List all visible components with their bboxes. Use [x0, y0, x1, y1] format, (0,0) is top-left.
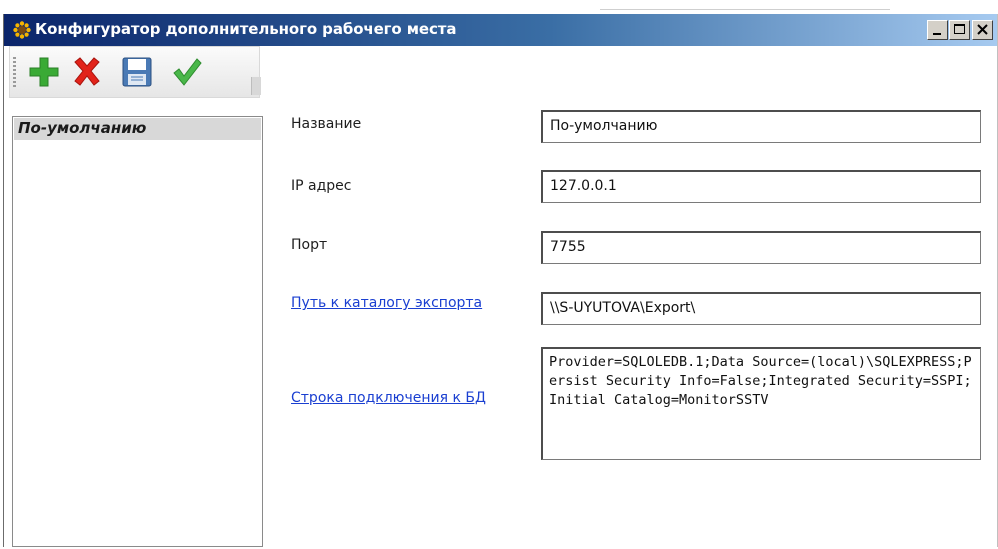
top-strip	[0, 0, 998, 14]
toolbar-overflow-button[interactable]	[251, 77, 261, 95]
name-label: Название	[291, 116, 362, 132]
export-path-field[interactable]: \\S-UYUTOVA\Export\	[541, 292, 981, 325]
plus-icon[interactable]	[27, 55, 61, 89]
connection-string-link[interactable]: Строка подключения к БД	[291, 390, 486, 406]
maximize-icon	[954, 24, 965, 34]
close-icon	[977, 24, 988, 35]
x-icon[interactable]	[70, 55, 104, 89]
close-button[interactable]	[972, 20, 993, 40]
export-path-link[interactable]: Путь к каталогу экспорта	[291, 295, 482, 311]
minimize-icon	[933, 33, 941, 35]
divider	[600, 9, 890, 10]
checkmark-icon[interactable]	[170, 55, 204, 89]
title-bar[interactable]: Конфигуратор дополнительного рабочего ме…	[4, 14, 997, 46]
ip-field[interactable]: 127.0.0.1	[541, 170, 981, 203]
port-label: Порт	[291, 237, 328, 253]
toolbar	[9, 46, 261, 98]
toolbar-grip[interactable]	[13, 57, 16, 89]
minimize-button[interactable]	[927, 20, 948, 40]
port-field[interactable]: 7755	[541, 231, 981, 264]
sunflower-app-icon	[13, 21, 31, 39]
connection-string-field[interactable]: Provider=SQLOLEDB.1;Data Source=(local)\…	[541, 347, 981, 460]
window-title: Конфигуратор дополнительного рабочего ме…	[35, 20, 457, 38]
name-field[interactable]: По-умолчанию	[541, 110, 981, 143]
workplace-list: По-умолчанию	[12, 116, 263, 547]
ip-label: IP адрес	[291, 178, 352, 194]
list-item[interactable]: По-умолчанию	[14, 118, 261, 140]
maximize-button[interactable]	[949, 20, 970, 40]
floppy-disk-icon[interactable]	[120, 55, 154, 89]
